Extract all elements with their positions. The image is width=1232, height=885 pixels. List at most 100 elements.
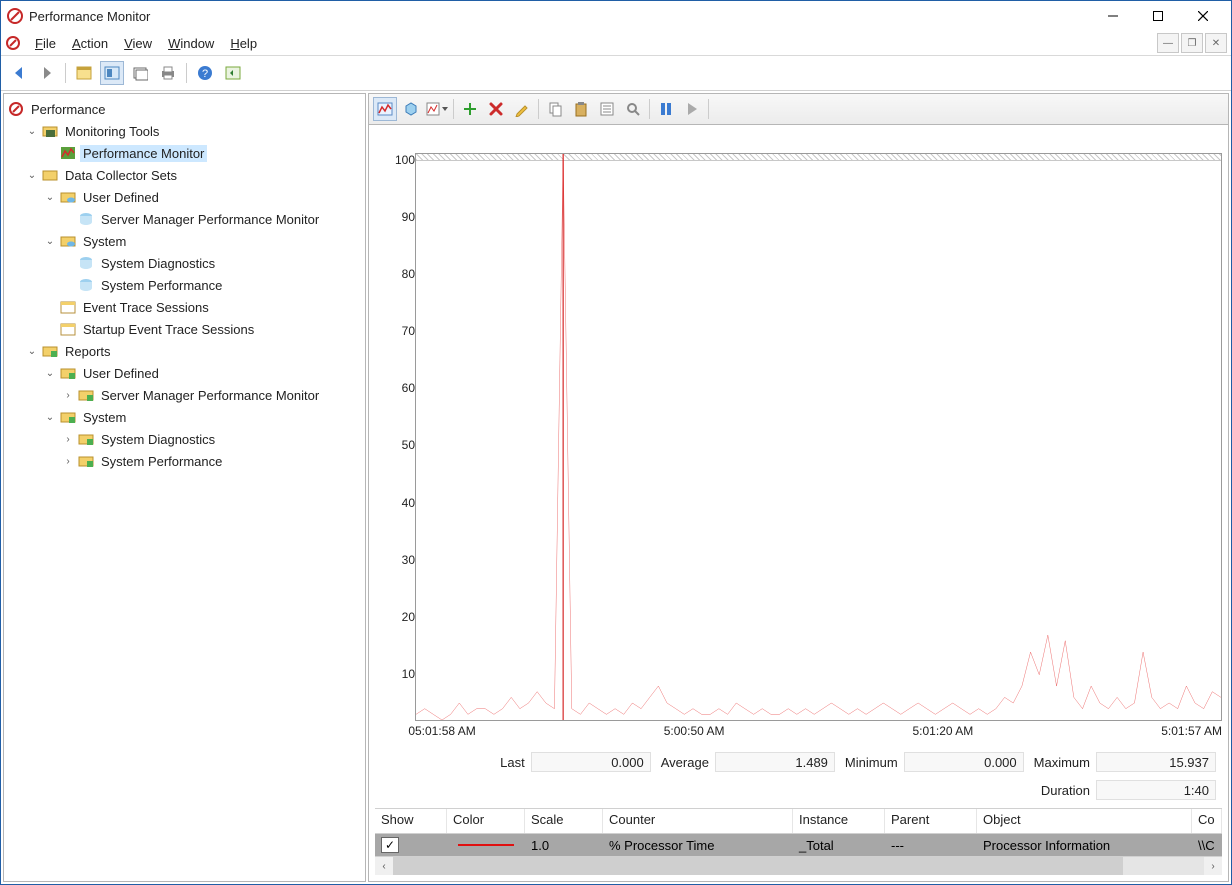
expander-icon[interactable]: › xyxy=(62,390,74,401)
copy-button[interactable] xyxy=(543,97,567,121)
menu-file[interactable]: File xyxy=(27,34,64,53)
show-hide-tree-button[interactable] xyxy=(72,61,96,85)
tree-monitoring-tools[interactable]: ⌄ Monitoring Tools xyxy=(24,120,363,142)
mdi-close[interactable]: ✕ xyxy=(1205,33,1227,53)
col-instance[interactable]: Instance xyxy=(793,809,885,833)
expander-icon[interactable]: ⌄ xyxy=(26,346,38,357)
minimize-button[interactable] xyxy=(1090,2,1135,30)
menu-window[interactable]: Window xyxy=(160,34,222,53)
tree-data-collector-sets[interactable]: ⌄ Data Collector Sets xyxy=(24,164,363,186)
y-tick-label: 60 xyxy=(402,381,415,395)
cell-object: Processor Information xyxy=(977,834,1192,856)
zoom-button[interactable] xyxy=(621,97,645,121)
x-tick-label: 5:01:20 AM xyxy=(913,724,974,744)
maximum-label: Maximum xyxy=(1034,755,1090,770)
tree-label: Data Collector Sets xyxy=(62,167,180,184)
app-icon-small xyxy=(5,35,21,51)
view-3d-button[interactable] xyxy=(399,97,423,121)
expander-icon[interactable]: ⌄ xyxy=(26,126,38,137)
tree-pane[interactable]: Performance ⌄ Monitoring Tools xyxy=(3,93,366,882)
freeze-button[interactable] xyxy=(654,97,678,121)
tree-root-performance[interactable]: Performance xyxy=(6,98,363,120)
chart-plot[interactable] xyxy=(415,153,1222,721)
counter-grid[interactable]: Show Color Scale Counter Instance Parent… xyxy=(375,808,1222,875)
tree-label: Performance xyxy=(28,101,108,118)
dataset-icon xyxy=(78,211,94,227)
expander-icon[interactable]: ⌄ xyxy=(44,236,56,247)
graph-type-dropdown[interactable] xyxy=(425,97,449,121)
col-object[interactable]: Object xyxy=(977,809,1192,833)
menu-view[interactable]: View xyxy=(116,34,160,53)
folder-tools-icon xyxy=(42,123,58,139)
tree-reports-system[interactable]: ⌄ System xyxy=(42,406,363,428)
tree-label: Reports xyxy=(62,343,114,360)
tree-label: Startup Event Trace Sessions xyxy=(80,321,257,338)
top-toolbar: ? xyxy=(1,56,1231,90)
col-show[interactable]: Show xyxy=(375,809,447,833)
tree-dcs-user-defined[interactable]: ⌄ User Defined xyxy=(42,186,363,208)
help-button[interactable]: ? xyxy=(193,61,217,85)
menu-help[interactable]: Help xyxy=(222,34,265,53)
scroll-left-button[interactable]: ‹ xyxy=(375,857,393,875)
refresh-button[interactable] xyxy=(221,61,245,85)
menu-action[interactable]: Action xyxy=(64,34,116,53)
nav-back-button[interactable] xyxy=(7,61,31,85)
titlebar: Performance Monitor xyxy=(1,1,1231,31)
show-checkbox[interactable]: ✓ xyxy=(381,837,399,853)
x-tick-label: 5:00:50 AM xyxy=(664,724,725,744)
properties-button[interactable] xyxy=(595,97,619,121)
print-button[interactable] xyxy=(156,61,180,85)
col-computer[interactable]: Co xyxy=(1192,809,1222,833)
calendar-icon xyxy=(60,321,76,337)
window-title: Performance Monitor xyxy=(29,9,150,24)
expander-icon[interactable]: › xyxy=(62,434,74,445)
col-counter[interactable]: Counter xyxy=(603,809,793,833)
tree-reports-system-performance[interactable]: › System Performance xyxy=(60,450,363,472)
folder-blue-icon xyxy=(60,233,76,249)
expander-icon[interactable]: ⌄ xyxy=(44,192,56,203)
col-scale[interactable]: Scale xyxy=(525,809,603,833)
highlight-button[interactable] xyxy=(510,97,534,121)
delete-counter-button[interactable] xyxy=(484,97,508,121)
nav-forward-button[interactable] xyxy=(35,61,59,85)
scroll-thumb[interactable] xyxy=(393,857,1123,875)
tree-event-trace-sessions[interactable]: › Event Trace Sessions xyxy=(42,296,363,318)
view-line-button[interactable] xyxy=(373,97,397,121)
expander-icon[interactable]: › xyxy=(62,456,74,467)
col-parent[interactable]: Parent xyxy=(885,809,977,833)
tree-startup-event-trace-sessions[interactable]: › Startup Event Trace Sessions xyxy=(42,318,363,340)
scroll-right-button[interactable]: › xyxy=(1204,857,1222,875)
tree-dcs-system-performance[interactable]: › System Performance xyxy=(60,274,363,296)
paste-button[interactable] xyxy=(569,97,593,121)
tree-reports-system-diagnostics[interactable]: › System Diagnostics xyxy=(60,428,363,450)
expander-icon[interactable]: ⌄ xyxy=(26,170,38,181)
tree-label: Performance Monitor xyxy=(80,145,207,162)
add-counter-button[interactable] xyxy=(458,97,482,121)
tree-label: Server Manager Performance Monitor xyxy=(98,387,322,404)
maximize-button[interactable] xyxy=(1135,2,1180,30)
y-tick-label: 100 xyxy=(395,153,415,167)
tree-reports[interactable]: ⌄ Reports xyxy=(24,340,363,362)
tree-dcs-server-manager[interactable]: › Server Manager Performance Monitor xyxy=(60,208,363,230)
y-tick-label: 20 xyxy=(402,610,415,624)
tree-dcs-system[interactable]: ⌄ System xyxy=(42,230,363,252)
tree-reports-user-defined[interactable]: ⌄ User Defined xyxy=(42,362,363,384)
tree-dcs-system-diagnostics[interactable]: › System Diagnostics xyxy=(60,252,363,274)
cell-counter: % Processor Time xyxy=(603,834,793,856)
expander-icon[interactable]: ⌄ xyxy=(44,368,56,379)
col-color[interactable]: Color xyxy=(447,809,525,833)
svg-text:?: ? xyxy=(202,68,208,80)
expander-icon[interactable]: ⌄ xyxy=(44,412,56,423)
duration-value: 1:40 xyxy=(1096,780,1216,800)
new-window-button[interactable] xyxy=(128,61,152,85)
counter-row[interactable]: ✓ 1.0 % Processor Time _Total --- Proces… xyxy=(375,834,1222,856)
tree-reports-server-manager[interactable]: › Server Manager Performance Monitor xyxy=(60,384,363,406)
tree-label: User Defined xyxy=(80,365,162,382)
horizontal-scrollbar[interactable]: ‹ › xyxy=(375,856,1222,875)
update-button[interactable] xyxy=(680,97,704,121)
mdi-restore[interactable]: ❐ xyxy=(1181,33,1203,53)
mdi-minimize[interactable]: — xyxy=(1157,33,1179,53)
tree-performance-monitor[interactable]: › Performance Monitor xyxy=(42,142,363,164)
close-button[interactable] xyxy=(1180,2,1225,30)
tile-button[interactable] xyxy=(100,61,124,85)
